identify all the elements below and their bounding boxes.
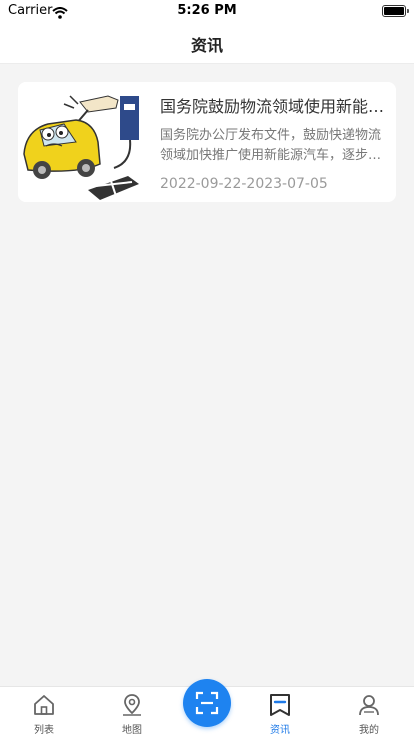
news-thumbnail-image bbox=[18, 82, 139, 202]
page-title: 资讯 bbox=[190, 36, 223, 55]
map-pin-icon bbox=[120, 693, 144, 717]
user-icon bbox=[357, 693, 381, 717]
news-summary: 国务院办公厅发布文件，鼓励快递物流领域加快推广使用新能源汽车，逐步提高新能源汽车… bbox=[160, 128, 382, 163]
tab-profile[interactable]: 我的 bbox=[328, 687, 410, 736]
news-title: 国务院鼓励物流领域使用新能源汽车 bbox=[160, 97, 386, 116]
status-bar: Carrier 5:26 PM bbox=[0, 0, 414, 22]
tab-profile-label: 我的 bbox=[359, 725, 379, 736]
scan-icon bbox=[195, 691, 219, 715]
battery-icon bbox=[382, 5, 409, 17]
tab-news[interactable]: 资讯 bbox=[239, 687, 321, 736]
news-card-text: 国务院鼓励物流领域使用新能源汽车 国务院办公厅发布文件，鼓励快递物流领域加快推广… bbox=[160, 96, 386, 193]
home-icon bbox=[32, 693, 56, 717]
news-card[interactable]: 国务院鼓励物流领域使用新能源汽车 国务院办公厅发布文件，鼓励快递物流领域加快推广… bbox=[18, 82, 396, 202]
tab-list-label: 列表 bbox=[34, 725, 54, 736]
news-bookmark-icon bbox=[268, 693, 292, 717]
news-date: 2022-09-22-2023-07-05 bbox=[160, 176, 328, 192]
navigation-bar: 资讯 bbox=[0, 22, 414, 64]
news-list: 国务院鼓励物流领域使用新能源汽车 国务院办公厅发布文件，鼓励快递物流领域加快推广… bbox=[0, 64, 414, 686]
scan-button[interactable] bbox=[183, 679, 231, 727]
tab-map-label: 地图 bbox=[122, 725, 142, 736]
tab-news-label: 资讯 bbox=[270, 725, 290, 736]
tab-list[interactable]: 列表 bbox=[3, 687, 85, 736]
tab-map[interactable]: 地图 bbox=[91, 687, 173, 736]
status-time: 5:26 PM bbox=[177, 3, 237, 18]
